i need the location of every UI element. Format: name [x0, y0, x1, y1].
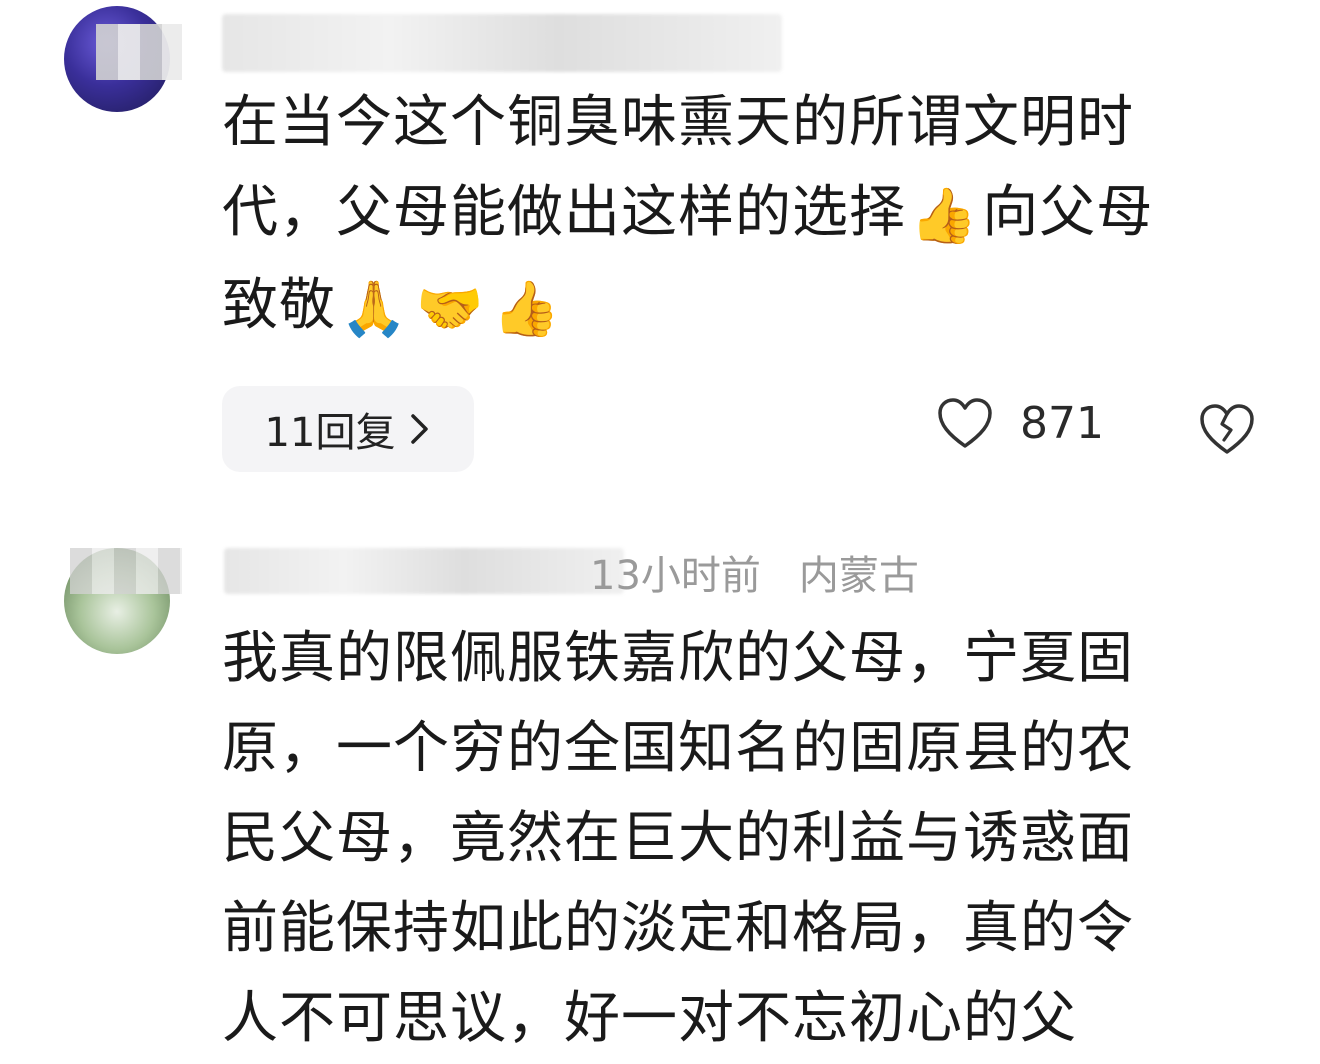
comment-line: 代，父母能做出这样的选择👍向父母	[222, 168, 1282, 261]
handshake-emoji: 🤝	[416, 276, 485, 340]
comment-body: 在当今这个铜臭味熏天的所谓文明时 代，父母能做出这样的选择👍向父母 致敬🙏 🤝 👍	[222, 78, 1282, 354]
username-redacted	[222, 14, 782, 72]
comment-line: 前能保持如此的淡定和格局，真的令	[222, 896, 1134, 961]
folded-hands-emoji: 🙏	[340, 276, 409, 340]
timestamp: 13小时前	[590, 553, 761, 599]
thumbs-up-emoji: 👍	[910, 183, 979, 247]
replies-label: 11回复	[264, 410, 396, 456]
comment-feed: 在当今这个铜臭味熏天的所谓文明时 代，父母能做出这样的选择👍向父母 致敬🙏 🤝 👍 …	[0, 0, 1320, 1064]
heart-outline-icon	[938, 398, 992, 448]
comment-line: 人不可思议，好一对不忘初心的父	[222, 986, 1077, 1051]
like-count: 871	[1020, 397, 1104, 449]
comment-line: 民父母，竟然在巨大的利益与诱惑面	[222, 806, 1134, 871]
comment-text-segment: 向父母	[982, 180, 1154, 245]
chevron-right-icon	[411, 414, 429, 444]
location: 内蒙古	[798, 553, 919, 599]
comment-text-segment: 代，父母能做出这样的选择	[222, 180, 906, 245]
privacy-mosaic	[96, 24, 182, 80]
dislike-button[interactable]	[1198, 402, 1256, 460]
username-redacted	[224, 548, 624, 594]
like-button[interactable]: 871	[936, 396, 1104, 450]
thumbs-up-emoji: 👍	[492, 276, 561, 340]
comment-text-segment: 致敬	[222, 272, 336, 338]
broken-heart-icon	[1200, 404, 1254, 454]
privacy-mosaic	[70, 548, 182, 594]
comment-line: 我真的限佩服铁嘉欣的父母，宁夏固	[222, 626, 1134, 691]
comment-line: 在当今这个铜臭味熏天的所谓文明时	[222, 90, 1134, 155]
comment-body: 我真的限佩服铁嘉欣的父母，宁夏固 原，一个穷的全国知名的固原县的农 民父母，竟然…	[222, 614, 1282, 1064]
comment-line: 致敬🙏 🤝 👍	[222, 261, 1282, 354]
comment-line: 原，一个穷的全国知名的固原县的农	[222, 716, 1134, 781]
comment-meta: 13小时前 内蒙古	[590, 548, 957, 604]
view-replies-button[interactable]: 11回复	[222, 386, 474, 472]
